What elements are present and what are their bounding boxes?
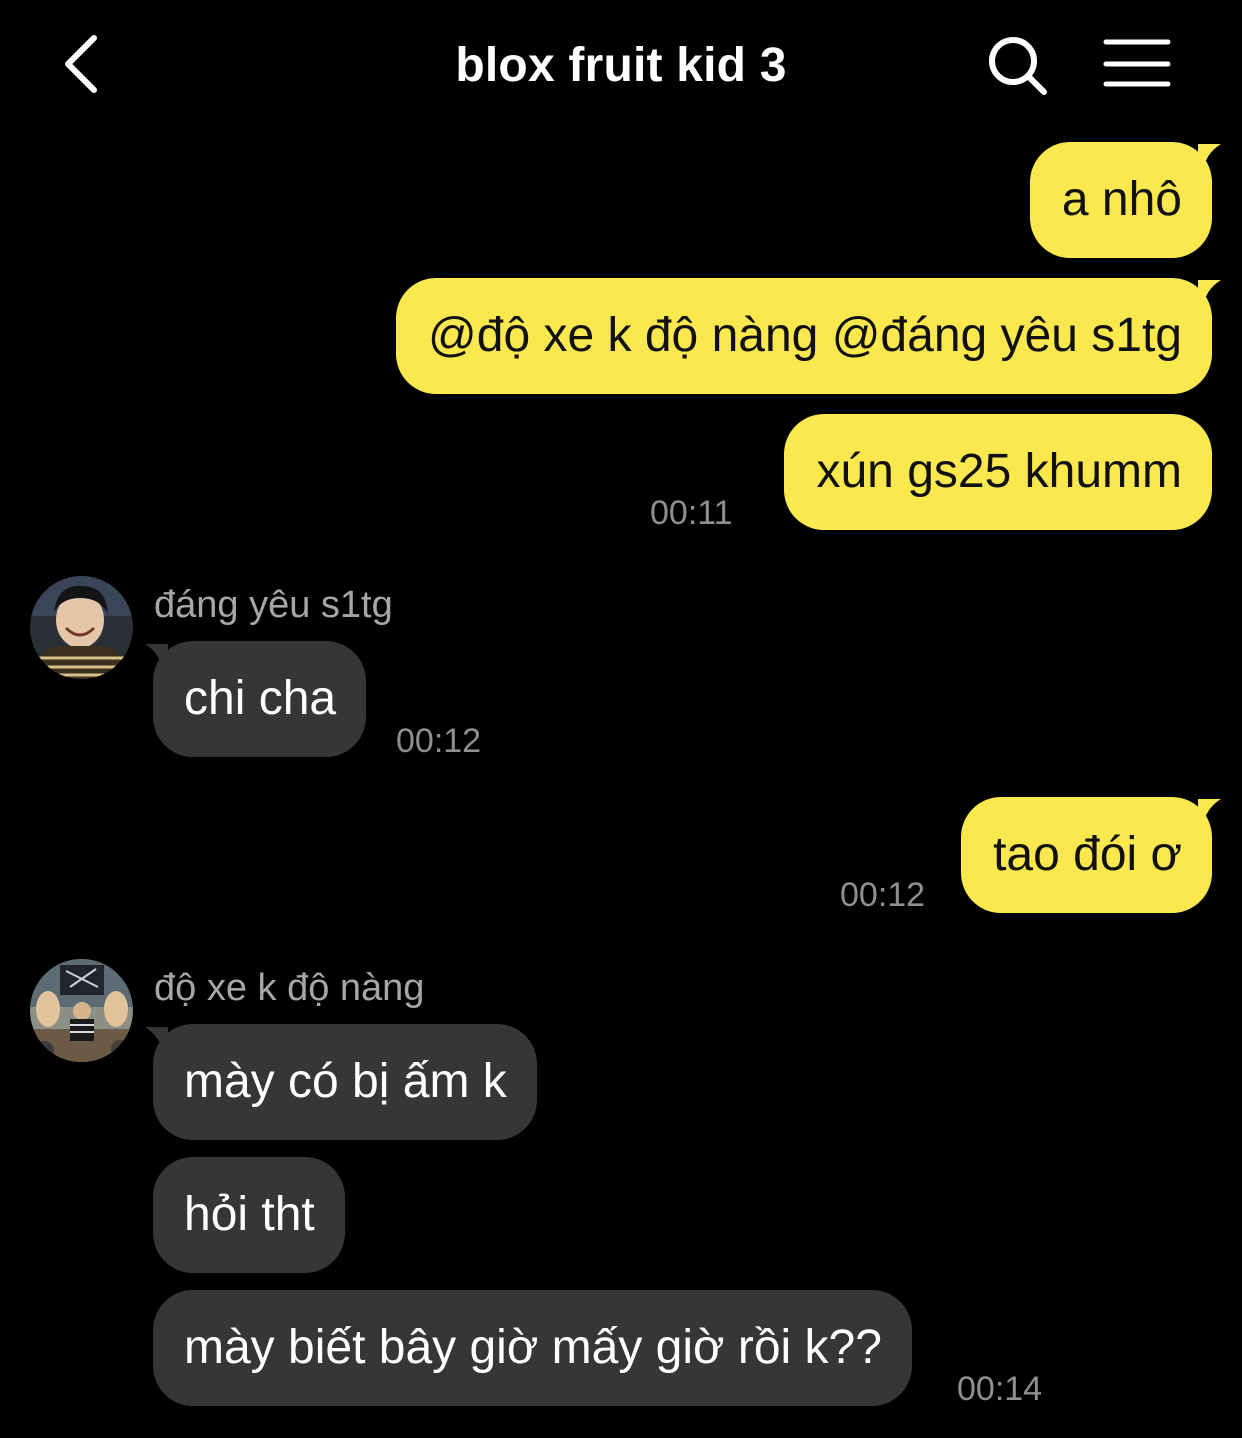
incoming-message-bubble[interactable]: hỏi tht xyxy=(153,1157,345,1273)
hamburger-menu-icon xyxy=(1103,39,1171,87)
search-button[interactable] xyxy=(982,30,1052,100)
outgoing-message-bubble[interactable]: xún gs25 khumm xyxy=(784,414,1212,530)
message-text: mày biết bây giờ mấy giờ rồi k?? xyxy=(184,1321,882,1374)
message-text: mày có bị ấm k xyxy=(184,1055,507,1108)
avatar-photo xyxy=(30,959,133,1062)
message-text: tao đói ơ xyxy=(993,828,1182,881)
message-text: hỏi tht xyxy=(184,1188,315,1241)
message-text: chi cha xyxy=(184,672,337,725)
message-timestamp: 00:11 xyxy=(650,494,733,532)
incoming-message-bubble[interactable]: chi cha xyxy=(153,641,367,757)
bubble-tail-icon xyxy=(1198,280,1221,302)
avatar[interactable] xyxy=(30,576,133,679)
outgoing-message-bubble[interactable]: tao đói ơ xyxy=(961,797,1212,913)
message-timestamp: 00:14 xyxy=(957,1370,1043,1408)
message-text: a nhô xyxy=(1061,173,1182,226)
incoming-message-bubble[interactable]: mày biết bây giờ mấy giờ rồi k?? xyxy=(153,1290,912,1406)
avatar-photo xyxy=(30,576,133,679)
sender-name: đáng yêu s1tg xyxy=(154,584,393,626)
chat-header: blox fruit kid 3 xyxy=(0,0,1242,130)
bubble-tail-icon xyxy=(1198,799,1221,821)
outgoing-message-bubble[interactable]: @độ xe k độ nàng @đáng yêu s1tg xyxy=(396,278,1212,394)
chat-title: blox fruit kid 3 xyxy=(455,39,787,92)
message-timestamp: 00:12 xyxy=(840,876,926,914)
search-icon xyxy=(989,37,1047,95)
outgoing-message-bubble[interactable]: a nhô xyxy=(1029,142,1212,258)
message-timestamp: 00:12 xyxy=(396,722,482,760)
message-text: xún gs25 khumm xyxy=(816,445,1182,498)
menu-button[interactable] xyxy=(1100,34,1174,94)
message-text: @độ xe k độ nàng @đáng yêu s1tg xyxy=(428,309,1182,362)
sender-name: độ xe k độ nàng xyxy=(154,967,425,1009)
avatar[interactable] xyxy=(30,959,133,1062)
incoming-message-bubble[interactable]: mày có bị ấm k xyxy=(153,1024,537,1140)
bubble-tail-icon xyxy=(1198,144,1221,166)
